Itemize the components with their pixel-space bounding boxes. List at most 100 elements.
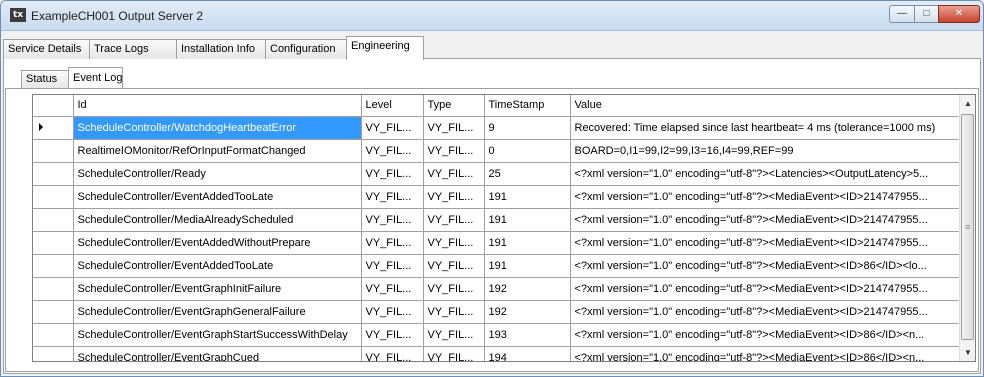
- table-row[interactable]: ScheduleController/EventGraphInitFailure…: [33, 277, 960, 301]
- table-row[interactable]: ScheduleController/Ready VY_FIL... VY_FI…: [33, 162, 960, 186]
- cell-level[interactable]: VY_FIL...: [361, 208, 424, 232]
- cell-id[interactable]: ScheduleController/Ready: [73, 162, 362, 186]
- tab-configuration[interactable]: Configuration: [265, 39, 347, 59]
- row-header[interactable]: [33, 139, 74, 163]
- cell-value[interactable]: <?xml version="1.0" encoding="utf-8"?><M…: [570, 277, 960, 301]
- cell-id[interactable]: ScheduleController/EventAddedTooLate: [73, 254, 362, 278]
- cell-timestamp[interactable]: 191: [484, 185, 571, 209]
- table-row[interactable]: ScheduleController/EventGraphGeneralFail…: [33, 300, 960, 324]
- maximize-button[interactable]: □: [914, 5, 939, 23]
- table-row[interactable]: ScheduleController/WatchdogHeartbeatErro…: [33, 116, 960, 140]
- cell-type[interactable]: VY_FIL...: [423, 254, 485, 278]
- title-bar[interactable]: tx ExampleCH001 Output Server 2 — □ ✕: [1, 1, 983, 31]
- cell-id[interactable]: ScheduleController/EventAddedTooLate: [73, 185, 362, 209]
- event-log-grid[interactable]: Id Level Type TimeStamp Value ScheduleCo…: [32, 94, 976, 362]
- row-header[interactable]: [33, 300, 74, 324]
- tab-status[interactable]: Status: [21, 70, 69, 88]
- cell-level[interactable]: VY_FIL...: [361, 139, 424, 163]
- row-header[interactable]: [33, 208, 74, 232]
- cell-timestamp[interactable]: 9: [484, 116, 571, 140]
- scroll-down-arrow-icon[interactable]: ▼: [960, 344, 976, 361]
- cell-type[interactable]: VY_FIL...: [423, 346, 485, 361]
- cell-timestamp[interactable]: 191: [484, 231, 571, 255]
- column-header-id[interactable]: Id: [73, 95, 362, 117]
- cell-type[interactable]: VY_FIL...: [423, 185, 485, 209]
- cell-id[interactable]: ScheduleController/EventGraphCued: [73, 346, 362, 361]
- cell-value[interactable]: <?xml version="1.0" encoding="utf-8"?><M…: [570, 254, 960, 278]
- tab-engineering[interactable]: Engineering: [346, 36, 424, 60]
- cell-type[interactable]: VY_FIL...: [423, 323, 485, 347]
- cell-level[interactable]: VY_FIL...: [361, 162, 424, 186]
- close-button[interactable]: ✕: [938, 5, 980, 23]
- row-header[interactable]: [33, 254, 74, 278]
- cell-value[interactable]: <?xml version="1.0" encoding="utf-8"?><L…: [570, 162, 960, 186]
- cell-id[interactable]: ScheduleController/EventAddedWithoutPrep…: [73, 231, 362, 255]
- cell-value[interactable]: Recovered: Time elapsed since last heart…: [570, 116, 960, 140]
- column-header-timestamp[interactable]: TimeStamp: [484, 95, 571, 117]
- cell-level[interactable]: VY_FIL...: [361, 231, 424, 255]
- row-header[interactable]: [33, 323, 74, 347]
- tab-trace-logs[interactable]: Trace Logs: [89, 39, 177, 59]
- column-header-type[interactable]: Type: [423, 95, 485, 117]
- cell-value[interactable]: <?xml version="1.0" encoding="utf-8"?><M…: [570, 346, 960, 361]
- cell-value[interactable]: BOARD=0,I1=99,I2=99,I3=16,I4=99,REF=99: [570, 139, 960, 163]
- cell-type[interactable]: VY_FIL...: [423, 300, 485, 324]
- minimize-button[interactable]: —: [889, 5, 915, 23]
- row-header[interactable]: [33, 346, 74, 361]
- cell-timestamp[interactable]: 0: [484, 139, 571, 163]
- row-header[interactable]: [33, 162, 74, 186]
- tab-installation-info[interactable]: Installation Info: [176, 39, 266, 59]
- cell-level[interactable]: VY_FIL...: [361, 323, 424, 347]
- tab-service-details[interactable]: Service Details: [3, 39, 90, 59]
- tab-event-log[interactable]: Event Log: [68, 67, 123, 88]
- cell-level[interactable]: VY_FIL...: [361, 346, 424, 361]
- row-header[interactable]: [33, 116, 74, 140]
- cell-id[interactable]: ScheduleController/EventGraphStartSucces…: [73, 323, 362, 347]
- table-row[interactable]: ScheduleController/EventAddedTooLate VY_…: [33, 254, 960, 278]
- cell-id[interactable]: ScheduleController/EventGraphInitFailure: [73, 277, 362, 301]
- column-header-value[interactable]: Value: [570, 95, 960, 117]
- column-header-level[interactable]: Level: [361, 95, 424, 117]
- table-row[interactable]: ScheduleController/EventAddedTooLate VY_…: [33, 185, 960, 209]
- row-header[interactable]: [33, 185, 74, 209]
- cell-timestamp[interactable]: 191: [484, 208, 571, 232]
- cell-timestamp[interactable]: 25: [484, 162, 571, 186]
- cell-value[interactable]: <?xml version="1.0" encoding="utf-8"?><M…: [570, 323, 960, 347]
- cell-type[interactable]: VY_FIL...: [423, 162, 485, 186]
- cell-value[interactable]: <?xml version="1.0" encoding="utf-8"?><M…: [570, 231, 960, 255]
- cell-timestamp[interactable]: 192: [484, 277, 571, 301]
- cell-id[interactable]: RealtimeIOMonitor/RefOrInputFormatChange…: [73, 139, 362, 163]
- cell-value[interactable]: <?xml version="1.0" encoding="utf-8"?><M…: [570, 300, 960, 324]
- table-row[interactable]: ScheduleController/EventGraphCued VY_FIL…: [33, 346, 960, 361]
- cell-type[interactable]: VY_FIL...: [423, 231, 485, 255]
- cell-timestamp[interactable]: 192: [484, 300, 571, 324]
- row-header[interactable]: [33, 277, 74, 301]
- table-row[interactable]: ScheduleController/EventGraphStartSucces…: [33, 323, 960, 347]
- cell-type[interactable]: VY_FIL...: [423, 116, 485, 140]
- header-row: Id Level Type TimeStamp Value: [33, 95, 960, 117]
- cell-level[interactable]: VY_FIL...: [361, 185, 424, 209]
- cell-value[interactable]: <?xml version="1.0" encoding="utf-8"?><M…: [570, 185, 960, 209]
- row-header[interactable]: [33, 231, 74, 255]
- cell-type[interactable]: VY_FIL...: [423, 139, 485, 163]
- cell-value[interactable]: <?xml version="1.0" encoding="utf-8"?><M…: [570, 208, 960, 232]
- cell-level[interactable]: VY_FIL...: [361, 116, 424, 140]
- cell-type[interactable]: VY_FIL...: [423, 208, 485, 232]
- cell-id[interactable]: ScheduleController/MediaAlreadyScheduled: [73, 208, 362, 232]
- cell-timestamp[interactable]: 191: [484, 254, 571, 278]
- table-row[interactable]: ScheduleController/MediaAlreadyScheduled…: [33, 208, 960, 232]
- cell-id[interactable]: ScheduleController/EventGraphGeneralFail…: [73, 300, 362, 324]
- cell-timestamp[interactable]: 194: [484, 346, 571, 361]
- table-row[interactable]: RealtimeIOMonitor/RefOrInputFormatChange…: [33, 139, 960, 163]
- cell-level[interactable]: VY_FIL...: [361, 300, 424, 324]
- cell-level[interactable]: VY_FIL...: [361, 277, 424, 301]
- cell-level[interactable]: VY_FIL...: [361, 254, 424, 278]
- scrollbar-thumb[interactable]: ≡: [961, 114, 974, 340]
- cell-type[interactable]: VY_FIL...: [423, 277, 485, 301]
- table-row[interactable]: ScheduleController/EventAddedWithoutPrep…: [33, 231, 960, 255]
- vertical-scrollbar[interactable]: ▲ ≡ ▼: [959, 95, 975, 361]
- cell-timestamp[interactable]: 193: [484, 323, 571, 347]
- main-window: tx ExampleCH001 Output Server 2 — □ ✕ Se…: [0, 0, 984, 377]
- cell-id[interactable]: ScheduleController/WatchdogHeartbeatErro…: [73, 116, 362, 140]
- scroll-up-arrow-icon[interactable]: ▲: [960, 95, 976, 112]
